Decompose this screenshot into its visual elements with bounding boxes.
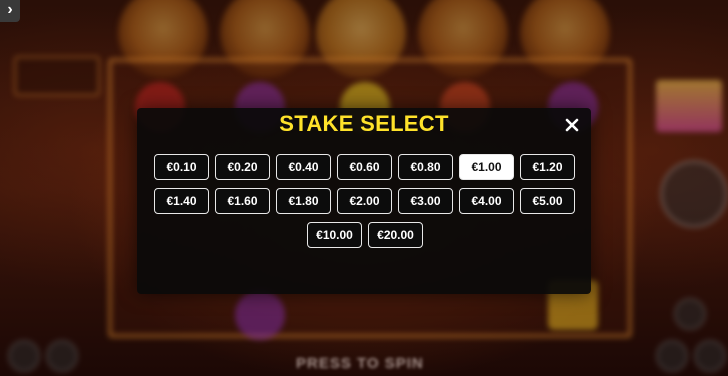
stake-button-0-60[interactable]: €0.60 [337,154,392,180]
stake-button-0-10[interactable]: €0.10 [154,154,209,180]
stake-button-3-00[interactable]: €3.00 [398,188,453,214]
stake-button-2-00[interactable]: €2.00 [337,188,392,214]
menu-button [694,340,726,372]
sound-button [656,340,688,372]
fruit-symbol [235,290,285,340]
close-icon[interactable] [561,114,583,136]
stake-button-20-00[interactable]: €20.00 [368,222,423,248]
autoplay-button [674,298,706,330]
stake-button-5-00[interactable]: €5.00 [520,188,575,214]
press-to-spin-text: PRESS TO SPIN [296,355,424,372]
stake-select-dialog: STAKE SELECT €0.10 €0.20 €0.40 €0.60 €0.… [137,108,591,294]
stake-button-1-00-selected[interactable]: €1.00 [459,154,514,180]
settings-button [8,340,40,372]
stake-button-4-00[interactable]: €4.00 [459,188,514,214]
stake-button-1-60[interactable]: €1.60 [215,188,270,214]
feature-logo [656,80,722,132]
chevron-right-icon[interactable]: › [0,0,20,22]
stake-button-0-20[interactable]: €0.20 [215,154,270,180]
stake-button-10-00[interactable]: €10.00 [307,222,362,248]
stake-button-1-20[interactable]: €1.20 [520,154,575,180]
stake-button-1-40[interactable]: €1.40 [154,188,209,214]
spin-button [660,160,728,228]
stake-button-0-80[interactable]: €0.80 [398,154,453,180]
info-button [46,340,78,372]
stake-button-0-40[interactable]: €0.40 [276,154,331,180]
game-screen: PRESS TO SPIN › STAKE SELECT €0.10 €0.20… [0,0,728,376]
dialog-title: STAKE SELECT [279,111,449,136]
stake-button-1-80[interactable]: €1.80 [276,188,331,214]
balance-panel [14,56,100,96]
